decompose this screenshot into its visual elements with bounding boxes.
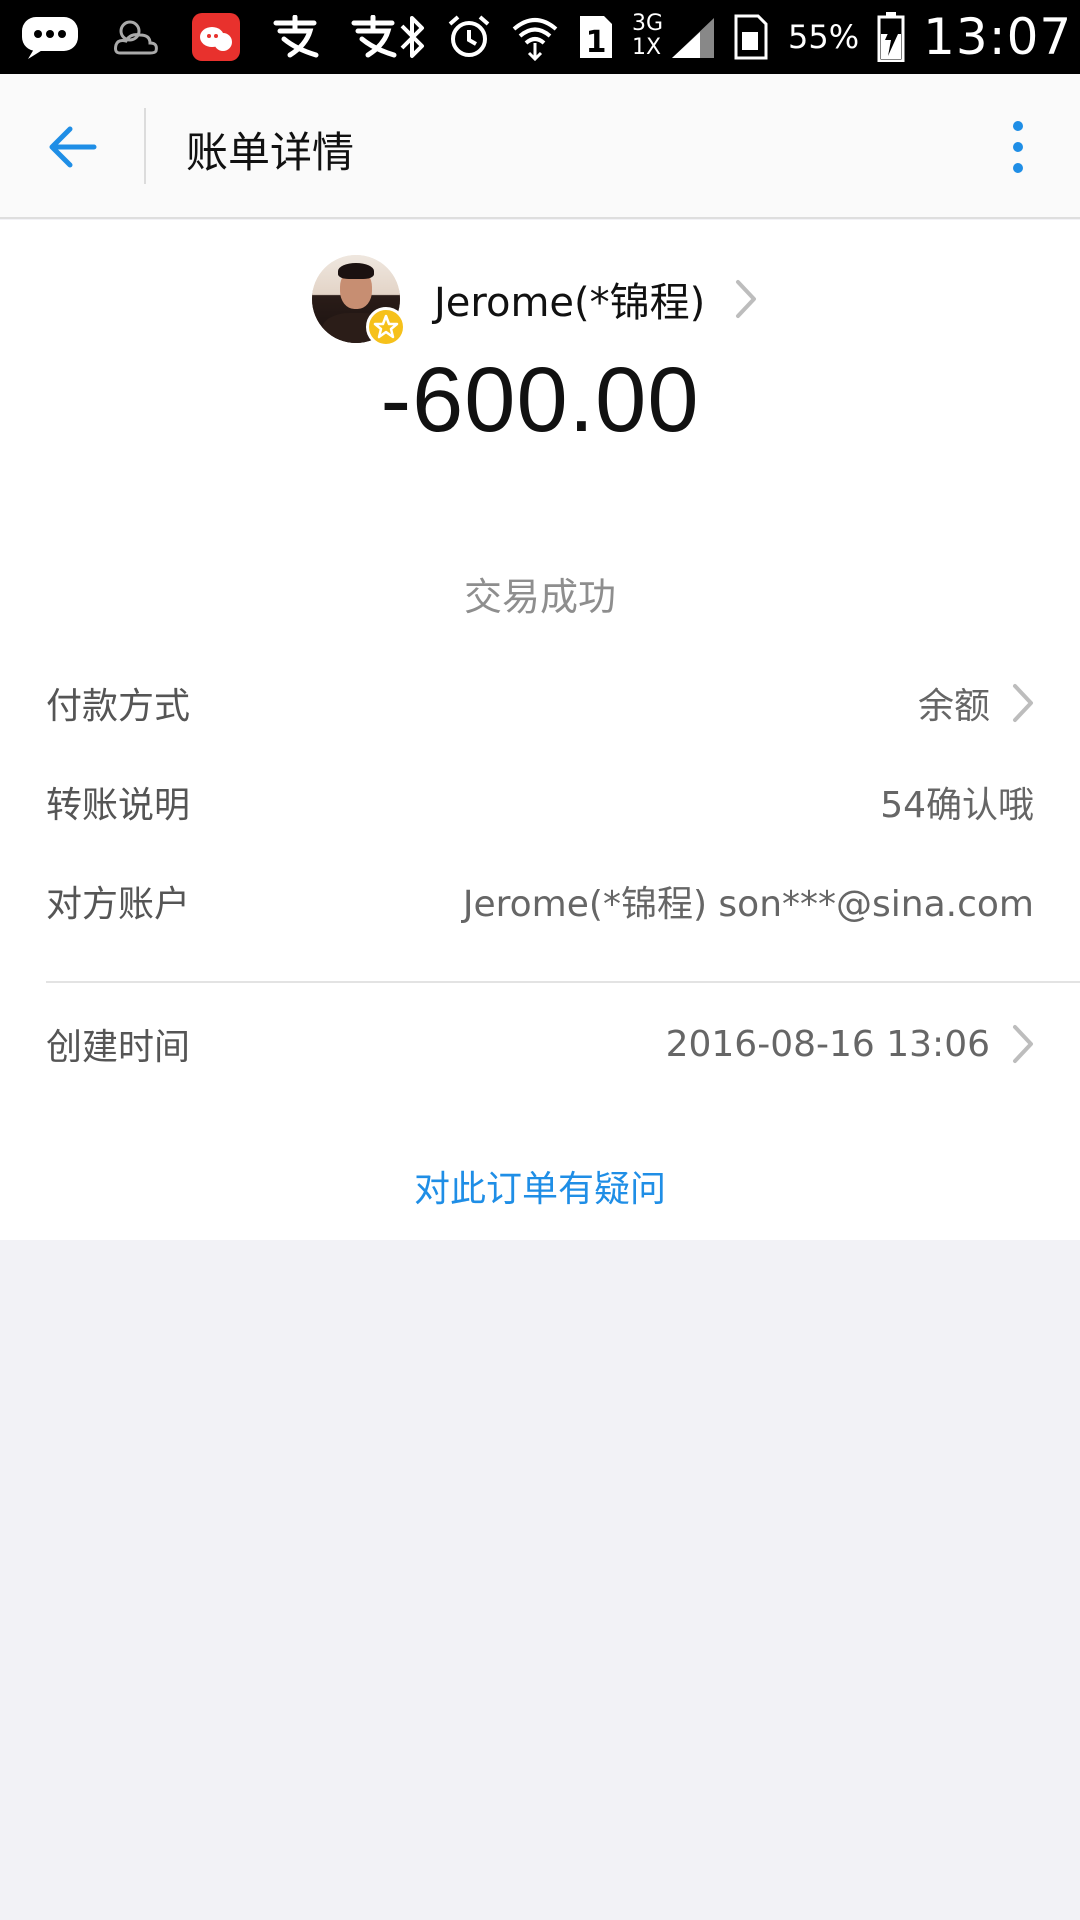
- sim-card-icon: !: [734, 14, 770, 60]
- page-title: 账单详情: [186, 128, 355, 177]
- app-bar: 账单详情: [0, 74, 1080, 219]
- arrow-left-icon: [49, 126, 97, 168]
- alipay-icon: [348, 15, 398, 59]
- more-options-button[interactable]: [996, 114, 1040, 180]
- signal-icon: 3G 1X: [632, 11, 716, 63]
- transfer-note-row: 转账说明 54确认哦: [46, 772, 1034, 832]
- more-vertical-icon: [1013, 121, 1023, 173]
- row-value: 54确认哦: [880, 785, 1034, 826]
- battery-percent: 55%: [788, 18, 860, 56]
- weibo-icon: [190, 11, 242, 63]
- bluetooth-icon: [398, 14, 428, 60]
- svg-text:!: !: [768, 42, 770, 60]
- status-bar-notifications: [18, 0, 398, 74]
- svg-text:1: 1: [586, 25, 607, 60]
- cloudy-icon: [110, 13, 162, 61]
- payee-row[interactable]: Jerome(*锦程): [312, 254, 757, 347]
- row-label: 付款方式: [46, 686, 191, 727]
- row-value: 余额: [917, 686, 990, 727]
- alarm-icon: [446, 14, 492, 60]
- payment-method-row[interactable]: 付款方式 余额: [46, 673, 1034, 733]
- back-button[interactable]: [34, 112, 110, 182]
- transaction-amount: -600.00: [380, 349, 700, 451]
- row-label: 转账说明: [46, 785, 191, 826]
- chat-icon: [18, 13, 82, 61]
- network-type-bottom: 1X: [632, 35, 662, 60]
- row-value: Jerome(*锦程) son***@sina.com: [462, 884, 1034, 925]
- order-question-link[interactable]: 对此订单有疑问: [0, 1160, 1080, 1212]
- row-label: 对方账户: [46, 884, 191, 925]
- row-value: 2016-08-16 13:06: [665, 1023, 990, 1065]
- divider: [46, 981, 1080, 983]
- status-bar: 1 3G 1X ! 55% 13:07: [0, 0, 1080, 74]
- alipay-icon: [270, 15, 320, 59]
- clock: 13:07: [923, 8, 1073, 66]
- bill-detail-card: Jerome(*锦程) -600.00 交易成功 付款方式 余额 转账说明 54…: [0, 220, 1080, 1240]
- battery-icon: [877, 12, 905, 62]
- counterparty-account-row: 对方账户 Jerome(*锦程) son***@sina.com: [46, 871, 1034, 931]
- app-bar-divider: [144, 108, 146, 184]
- network-type-top: 3G: [632, 11, 664, 36]
- star-badge-icon: [366, 307, 406, 347]
- chevron-right-icon: [1012, 683, 1034, 723]
- avatar: [312, 255, 406, 347]
- transaction-status: 交易成功: [463, 575, 616, 619]
- chevron-right-icon: [735, 279, 757, 319]
- row-label: 创建时间: [46, 1027, 191, 1068]
- wifi-icon: [510, 13, 560, 61]
- status-bar-system: 1 3G 1X ! 55% 13:07: [398, 0, 1072, 74]
- chevron-right-icon: [1012, 1024, 1034, 1064]
- created-time-row[interactable]: 创建时间 2016-08-16 13:06: [46, 1014, 1034, 1074]
- sim1-icon: 1: [578, 14, 614, 60]
- payee-name: Jerome(*锦程): [434, 280, 706, 326]
